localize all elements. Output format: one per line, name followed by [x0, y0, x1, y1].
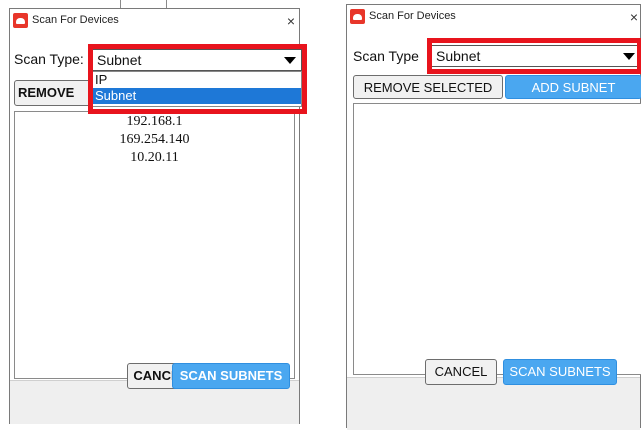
- list-item[interactable]: 192.168.1: [15, 114, 294, 130]
- scan-dialog-left: Scan For Devices × Scan Type: Subnet REM…: [9, 8, 307, 424]
- scan-dialog-right: Scan For Devices × Scan Type Subnet REMO…: [346, 4, 641, 430]
- cancel-button[interactable]: CANCEL: [425, 359, 497, 385]
- window-title: Scan For Devices: [369, 10, 456, 22]
- scan-type-select[interactable]: Subnet: [431, 45, 641, 67]
- scan-subnets-button[interactable]: SCAN SUBNETS: [503, 359, 617, 385]
- background-divider: [166, 0, 167, 8]
- scan-type-select[interactable]: Subnet: [92, 49, 302, 71]
- chevron-down-icon: [623, 53, 635, 60]
- app-logo-icon: [13, 13, 28, 28]
- close-icon[interactable]: ×: [630, 7, 638, 27]
- title-bar: Scan For Devices ×: [347, 5, 640, 31]
- scan-type-label: Scan Type: [353, 48, 419, 64]
- add-subnet-button[interactable]: ADD SUBNET: [505, 75, 641, 99]
- remove-selected-button[interactable]: REMOVE SELECTED: [353, 75, 503, 99]
- list-item[interactable]: 10.20.11: [15, 150, 294, 166]
- scan-type-dropdown[interactable]: IP Subnet: [92, 71, 302, 107]
- chevron-down-icon: [284, 57, 296, 64]
- scan-type-value: Subnet: [436, 48, 481, 64]
- background-divider: [120, 0, 121, 8]
- scan-type-label: Scan Type:: [14, 51, 84, 67]
- scan-subnets-button[interactable]: SCAN SUBNETS: [172, 363, 290, 389]
- scan-type-value: Subnet: [97, 52, 142, 68]
- app-logo-icon: [350, 9, 365, 24]
- subnet-list[interactable]: [353, 103, 641, 375]
- dropdown-option-ip[interactable]: IP: [93, 72, 301, 88]
- close-icon[interactable]: ×: [287, 11, 295, 31]
- subnet-list[interactable]: 192.168.1 169.254.140 10.20.11: [14, 111, 295, 379]
- window-title: Scan For Devices: [32, 14, 119, 26]
- list-item[interactable]: 169.254.140: [15, 132, 294, 148]
- title-bar: Scan For Devices ×: [10, 9, 299, 35]
- dropdown-option-subnet[interactable]: Subnet: [93, 88, 301, 104]
